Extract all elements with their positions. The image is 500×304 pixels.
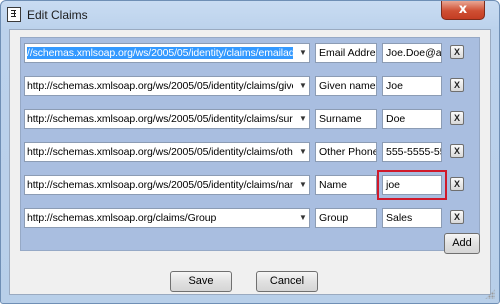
claim-row: http://schemas.xmlsoap.org/ws/2005/05/id… [21,109,481,131]
remove-claim-button[interactable]: X [450,111,464,125]
window-title: Edit Claims [27,8,88,22]
claim-uri-text: http://schemas.xmlsoap.org/ws/2005/05/id… [27,113,293,125]
claim-uri-dropdown[interactable]: http://schemas.xmlsoap.org/ws/2005/05/id… [24,175,310,195]
claim-row: http://schemas.xmlsoap.org/ws/2005/05/id… [21,142,481,164]
claim-value-field[interactable]: Doe [382,109,442,129]
claims-panel: //schemas.xmlsoap.org/ws/2005/05/identit… [20,37,480,251]
claim-uri-text: http://schemas.xmlsoap.org/claims/Group [27,212,217,224]
claim-value-field[interactable]: Joe [382,76,442,96]
claim-uri-dropdown[interactable]: http://schemas.xmlsoap.org/ws/2005/05/id… [24,76,310,96]
remove-claim-button[interactable]: X [450,45,464,59]
remove-claim-button[interactable]: X [450,144,464,158]
cancel-button[interactable]: Cancel [256,271,318,292]
edit-claims-window: Edit Claims x //schemas.xmlsoap.org/ws/2… [0,0,500,304]
claim-row: //schemas.xmlsoap.org/ws/2005/05/identit… [21,43,481,65]
claim-type-field[interactable]: Given name [315,76,377,96]
claim-type-field[interactable]: Surname [315,109,377,129]
claim-value-field[interactable]: 555-5555-5555 [382,142,442,162]
dialog-body: //schemas.xmlsoap.org/ws/2005/05/identit… [9,29,491,295]
claim-row: http://schemas.xmlsoap.org/claims/Group … [21,208,481,230]
chevron-down-icon[interactable]: ▼ [297,44,309,62]
claim-uri-dropdown[interactable]: //schemas.xmlsoap.org/ws/2005/05/identit… [24,43,310,63]
chevron-down-icon[interactable]: ▼ [297,143,309,161]
claim-uri-text: http://schemas.xmlsoap.org/ws/2005/05/id… [27,179,293,191]
claim-value-field[interactable]: Joe.Doe@adventure-works.com [382,43,442,63]
claim-uri-dropdown[interactable]: http://schemas.xmlsoap.org/ws/2005/05/id… [24,109,310,129]
claim-row: http://schemas.xmlsoap.org/ws/2005/05/id… [21,170,481,200]
remove-claim-button[interactable]: X [450,177,464,191]
claim-row: http://schemas.xmlsoap.org/ws/2005/05/id… [21,76,481,98]
claim-value-field[interactable]: joe [377,170,447,200]
window-icon [7,7,21,22]
chevron-down-icon[interactable]: ▼ [297,77,309,95]
claim-type-field[interactable]: Other Phone [315,142,377,162]
claim-uri-text: http://schemas.xmlsoap.org/ws/2005/05/id… [27,80,293,92]
remove-claim-button[interactable]: X [450,78,464,92]
chevron-down-icon[interactable]: ▼ [297,209,309,227]
claim-uri-text: //schemas.xmlsoap.org/ws/2005/05/identit… [27,47,293,59]
claim-uri-dropdown[interactable]: http://schemas.xmlsoap.org/ws/2005/05/id… [24,142,310,162]
claim-type-field[interactable]: Name [315,175,377,195]
claim-uri-text: http://schemas.xmlsoap.org/ws/2005/05/id… [27,146,293,158]
claim-type-field[interactable]: Email Address [315,43,377,63]
close-button[interactable]: x [441,1,485,20]
remove-claim-button[interactable]: X [450,210,464,224]
chevron-down-icon[interactable]: ▼ [297,110,309,128]
save-button[interactable]: Save [170,271,232,292]
chevron-down-icon[interactable]: ▼ [297,176,309,194]
claim-uri-dropdown[interactable]: http://schemas.xmlsoap.org/claims/Group … [24,208,310,228]
title-bar[interactable]: Edit Claims x [1,1,499,29]
add-claim-button[interactable]: Add [444,233,480,254]
claim-value-field[interactable]: Sales [382,208,442,228]
claim-type-field[interactable]: Group [315,208,377,228]
close-icon: x [458,2,468,17]
